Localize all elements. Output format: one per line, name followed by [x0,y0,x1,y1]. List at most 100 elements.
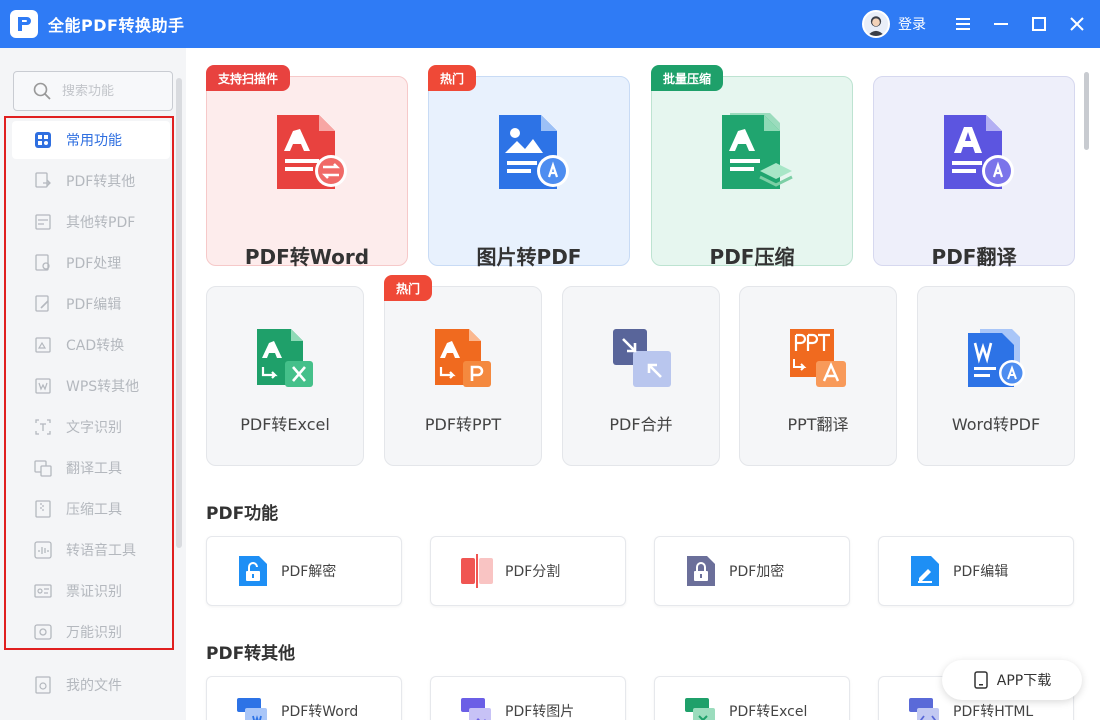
tag-badge: 批量压缩 [651,65,724,91]
phone-icon [974,671,988,689]
sidebar-scrollbar[interactable] [176,78,182,548]
search-input[interactable] [62,83,162,99]
tag-badge: 支持扫描件 [206,65,291,91]
sidebar-item-label: CAD转换 [66,338,125,354]
sidebar: 常用功能 PDF转其他 其他转PDF PDF处理 PDF编辑 CAD转换 WPS… [0,48,186,720]
card-image-to-pdf[interactable]: 热门 图片转PDF [428,65,630,269]
maximize-icon[interactable] [1020,0,1058,48]
sidebar-item-ticket[interactable]: 票证识别 [12,572,170,610]
pdf-to-excel-icon [257,329,313,387]
sidebar-item-voice[interactable]: 转语音工具 [12,531,170,569]
grid-icon [34,131,52,149]
unlock-icon [239,556,267,586]
card-label: PDF解密 [281,564,337,580]
card-label: PDF转HTML [953,704,1034,720]
card-pdf-to-word[interactable]: 支持扫描件 PDF转Word [206,65,408,269]
card-label: PDF编辑 [953,564,1009,580]
sidebar-item-pdf-to-other[interactable]: PDF转其他 [12,162,170,200]
pdf-process-icon [34,254,52,272]
search-box[interactable] [13,71,173,111]
sidebar-item-label: 翻译工具 [66,461,122,477]
ticket-icon [34,582,52,600]
card-label: PDF压缩 [709,245,795,269]
sidebar-item-label: WPS转其他 [66,379,140,395]
card-word-to-pdf[interactable]: Word转PDF [917,286,1075,466]
compress-icon [34,500,52,518]
card-label: PDF转Word [281,704,359,720]
ppt-translate-icon [790,329,846,387]
sidebar-item-label: PDF转其他 [66,174,136,190]
card-pdf-to-excel-small[interactable]: PDF转Excel [654,676,850,720]
card-label: PDF转PPT [424,415,502,434]
wps-icon [34,377,52,395]
card-label: 图片转PDF [476,245,582,269]
sidebar-item-wps[interactable]: WPS转其他 [12,367,170,405]
edit-icon [911,556,939,586]
sidebar-item-label: 常用功能 [66,133,122,149]
card-label: PDF合并 [609,415,673,434]
card-ppt-translate[interactable]: PPT翻译 [739,286,897,466]
main-content: 支持扫描件 PDF转Word 热门 图片转PDF 批量压缩 PDF压缩 PDF翻… [186,48,1100,720]
login-link[interactable]: 登录 [898,14,926,34]
pdf-to-word-icon [237,698,267,720]
app-title: 全能PDF转换助手 [48,16,185,35]
card-label: PDF翻译 [931,245,1017,269]
sidebar-item-label: 压缩工具 [66,502,122,518]
card-pdf-to-ppt[interactable]: 热门 PDF转PPT [384,275,542,466]
pdf-convert-icon [34,172,52,190]
card-pdf-split[interactable]: PDF分割 [430,536,626,606]
card-pdf-translate[interactable]: PDF翻译 [873,76,1075,269]
pdf-to-html-icon [909,698,939,720]
user-avatar[interactable] [862,10,890,38]
sidebar-item-label: 文字识别 [66,420,122,436]
minimize-icon[interactable] [982,0,1020,48]
card-label: Word转PDF [951,415,1041,434]
sidebar-item-label: PDF处理 [66,256,122,272]
sidebar-item-label: 万能识别 [66,625,122,641]
sidebar-item-scan[interactable]: 万能识别 [12,613,170,651]
ocr-icon [34,418,52,436]
sidebar-item-compress[interactable]: 压缩工具 [12,490,170,528]
folder-icon [34,676,52,694]
sidebar-item-label: 转语音工具 [66,543,136,559]
pdf-merge-icon [613,329,671,387]
card-label: PDF转Word [244,245,370,269]
pdf-to-image-icon [461,698,491,720]
pdf-to-word-icon [277,115,347,189]
tag-badge: 热门 [384,275,433,301]
card-pdf-to-word-small[interactable]: PDF转Word [206,676,402,720]
card-label: PDF加密 [729,564,785,580]
card-pdf-merge[interactable]: PDF合并 [562,286,720,466]
app-download-button[interactable]: APP下载 [942,660,1082,700]
pdf-to-excel-icon [685,698,715,720]
card-pdf-edit[interactable]: PDF编辑 [878,536,1074,606]
pdf-compress-icon [722,113,793,189]
sidebar-item-my-files[interactable]: 我的文件 [12,666,170,704]
sidebar-item-other-to-pdf[interactable]: 其他转PDF [12,203,170,241]
section-title: PDF功能 [206,504,279,524]
sidebar-item-common[interactable]: 常用功能 [12,121,170,159]
split-icon [461,554,493,588]
cad-icon [34,336,52,354]
close-icon[interactable] [1058,0,1096,48]
main-scrollbar[interactable] [1084,72,1089,150]
sidebar-item-pdf-process[interactable]: PDF处理 [12,244,170,282]
search-icon [33,82,51,100]
title-bar: 全能PDF转换助手 登录 [0,0,1100,48]
sidebar-item-label: 我的文件 [66,678,122,694]
sidebar-item-pdf-edit[interactable]: PDF编辑 [12,285,170,323]
card-pdf-compress[interactable]: 批量压缩 PDF压缩 [651,65,853,269]
sidebar-item-label: 票证识别 [66,584,122,600]
sidebar-item-label: PDF编辑 [66,297,122,313]
menu-icon[interactable] [944,0,982,48]
sidebar-item-ocr[interactable]: 文字识别 [12,408,170,446]
voice-icon [34,541,52,559]
card-pdf-to-excel[interactable]: PDF转Excel [206,286,364,466]
app-download-label: APP下载 [996,673,1052,689]
sidebar-item-translate[interactable]: 翻译工具 [12,449,170,487]
card-pdf-decrypt[interactable]: PDF解密 [206,536,402,606]
card-pdf-to-image[interactable]: PDF转图片 [430,676,626,720]
pdf-to-ppt-icon [435,329,491,387]
card-pdf-encrypt[interactable]: PDF加密 [654,536,850,606]
sidebar-item-cad[interactable]: CAD转换 [12,326,170,364]
